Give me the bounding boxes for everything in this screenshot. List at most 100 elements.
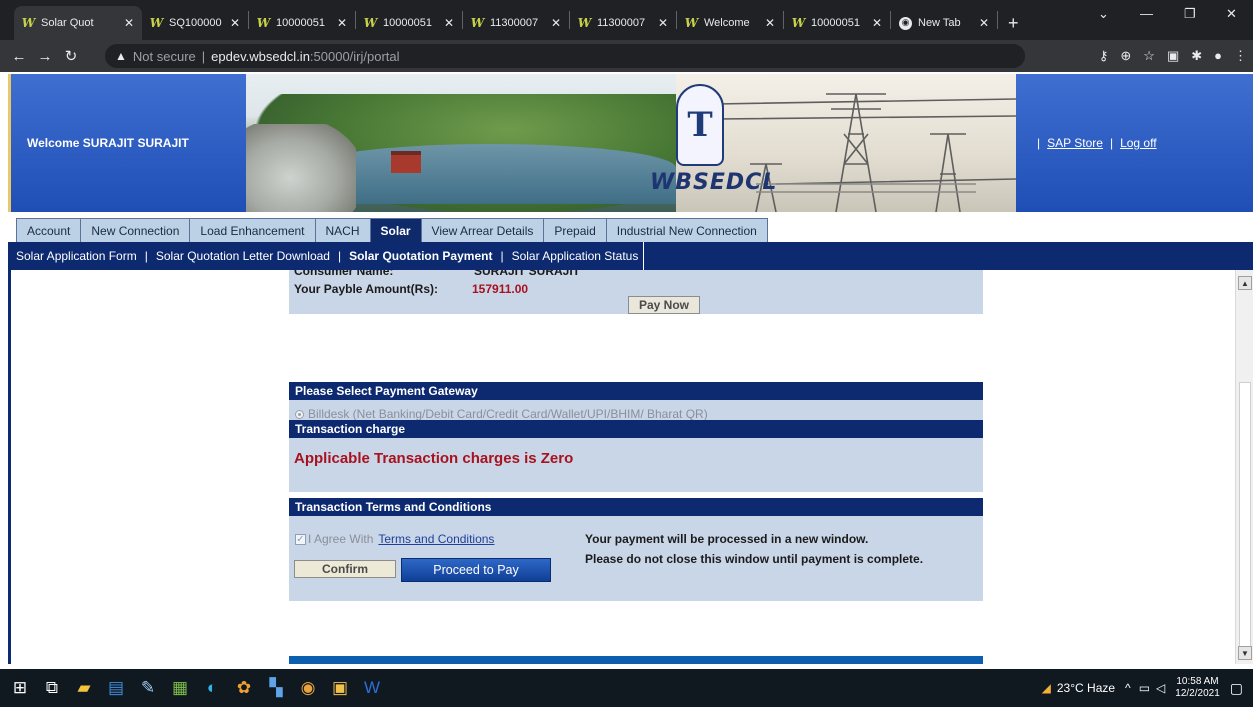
proceed-to-pay-button[interactable]: Proceed to Pay [401, 558, 551, 582]
kebab-menu-icon[interactable]: ⋮ [1234, 48, 1247, 64]
billdesk-option-label: Billdesk (Net Banking/Debit Card/Credit … [308, 407, 708, 421]
close-tab-icon[interactable]: ✕ [872, 16, 882, 30]
paint-icon[interactable]: ✎ [132, 669, 164, 707]
notepad-icon[interactable]: ▦ [164, 669, 196, 707]
clock[interactable]: 10:58 AM 12/2/2021 [1175, 676, 1220, 700]
agree-terms-row: ✓ I Agree With Terms and Conditions [295, 532, 494, 546]
close-tab-icon[interactable]: ✕ [230, 16, 240, 30]
transaction-charge-panel: Transaction charge Applicable Transactio… [289, 420, 983, 492]
weather-icon[interactable]: ◢ [1042, 681, 1051, 695]
confirm-button[interactable]: Confirm [294, 560, 396, 578]
zoom-icon[interactable]: ⊕ [1120, 48, 1131, 64]
browser-tab[interactable]: W 11300007 ✕ [463, 6, 569, 40]
browser-toolbar-icons: ⚷ ⊕ ☆ ▣ ✱ ● ⋮ [1099, 48, 1247, 64]
browser-tab[interactable]: W 11300007 ✕ [570, 6, 676, 40]
tab-view-arrear-details[interactable]: View Arrear Details [420, 218, 545, 242]
app-icon[interactable]: ✿ [228, 669, 260, 707]
file-explorer-icon[interactable]: ▰ [68, 669, 100, 707]
scroll-down-icon[interactable]: ▼ [1238, 646, 1252, 660]
shopping-bag-icon[interactable]: ▣ [324, 669, 356, 707]
close-tab-icon[interactable]: ✕ [658, 16, 668, 30]
subnav-solar-quotation-letter-download[interactable]: Solar Quotation Letter Download [156, 249, 330, 263]
key-icon[interactable]: ⚷ [1099, 48, 1109, 64]
minimize-icon[interactable]: — [1140, 6, 1153, 21]
not-secure-label[interactable]: Not secure [133, 49, 196, 64]
chrome-favicon-icon: ◉ [899, 16, 912, 30]
network-icon[interactable]: ▭ [1139, 681, 1150, 695]
task-view-icon[interactable]: ⧉ [36, 669, 68, 707]
forward-icon[interactable]: → [32, 48, 58, 65]
url-separator: | [201, 48, 206, 64]
browser-tab[interactable]: W SQ100000 ✕ [142, 6, 248, 40]
tab-solar[interactable]: Solar [369, 218, 422, 242]
close-window-icon[interactable]: ✕ [1226, 6, 1237, 22]
billdesk-radio[interactable] [295, 409, 304, 419]
new-tab-button[interactable]: + [998, 6, 1029, 40]
back-icon[interactable]: ← [6, 48, 32, 65]
wbsedcl-favicon-icon: W [684, 16, 699, 30]
warning-icon[interactable]: ▲ [115, 49, 127, 63]
banner-water [306, 144, 676, 204]
main-content: Consumer Name: SURAJIT SURAJIT Your Payb… [8, 270, 1234, 664]
tab-new-connection[interactable]: New Connection [80, 218, 191, 242]
agree-checkbox[interactable]: ✓ [295, 533, 306, 545]
browser-tab[interactable]: W 10000051 ✕ [356, 6, 462, 40]
url-field[interactable]: ▲ Not secure | epdev.wbsedcl.in:50000/ir… [105, 44, 1025, 68]
chrome-icon[interactable]: ◉ [292, 669, 324, 707]
network-app-icon[interactable]: ▚ [260, 669, 292, 707]
clock-time: 10:58 AM [1176, 676, 1219, 687]
tab-search-icon[interactable]: ⌄ [1098, 6, 1109, 22]
tab-nach[interactable]: NACH [314, 218, 371, 242]
banner-building [391, 151, 421, 173]
browser-tab[interactable]: ◉ New Tab ✕ [891, 6, 997, 40]
restore-icon[interactable]: ❐ [1184, 6, 1196, 22]
notification-icon[interactable]: ▢ [1230, 680, 1243, 697]
scroll-up-icon[interactable]: ▲ [1238, 276, 1252, 290]
edge-icon[interactable]: ◐ [196, 669, 228, 707]
scroll-thumb[interactable] [1239, 382, 1251, 652]
tab-account[interactable]: Account [16, 218, 82, 242]
address-bar: ← → ↻ ▲ Not secure | epdev.wbsedcl.in:50… [0, 40, 1253, 72]
billdesk-option[interactable]: Billdesk (Net Banking/Debit Card/Credit … [295, 407, 708, 421]
subnav-solar-application-form[interactable]: Solar Application Form [16, 249, 137, 263]
close-tab-icon[interactable]: ✕ [979, 16, 989, 30]
sap-store-link[interactable]: SAP Store [1047, 136, 1103, 150]
subnav-solar-quotation-payment[interactable]: Solar Quotation Payment [349, 249, 492, 263]
close-tab-icon[interactable]: ✕ [337, 16, 347, 30]
word-icon[interactable]: W [356, 669, 388, 707]
pay-now-button[interactable]: Pay Now [628, 296, 700, 314]
tab-load-enhancement[interactable]: Load Enhancement [189, 218, 316, 242]
top-navigation: Account New Connection Load Enhancement … [0, 214, 1253, 242]
browser-tab[interactable]: W 10000051 ✕ [249, 6, 355, 40]
close-tab-icon[interactable]: ✕ [444, 16, 454, 30]
wbsedcl-favicon-icon: W [791, 16, 806, 30]
weather-text[interactable]: 23°C Haze [1057, 681, 1115, 695]
payable-amount-value: 157911.00 [472, 282, 529, 296]
vertical-scrollbar[interactable]: ▲ ▼ [1235, 270, 1253, 664]
tray-chevron-icon[interactable]: ^ [1125, 681, 1131, 695]
windows-start-icon[interactable]: ⊞ [4, 669, 36, 707]
browser-tab[interactable]: W 10000051 ✕ [784, 6, 890, 40]
terms-panel: Transaction Terms and Conditions ✓ I Agr… [289, 498, 983, 601]
subnav-solar-application-status[interactable]: Solar Application Status [512, 249, 639, 263]
subnav-end-divider [643, 242, 645, 270]
reload-icon[interactable]: ↻ [58, 47, 84, 65]
tab-industrial-new-connection[interactable]: Industrial New Connection [605, 218, 768, 242]
puzzle-icon[interactable]: ✱ [1191, 48, 1202, 64]
extension-icon[interactable]: ▣ [1167, 48, 1179, 64]
terms-title: Transaction Terms and Conditions [289, 498, 983, 516]
tab-prepaid[interactable]: Prepaid [543, 218, 607, 242]
profile-icon[interactable]: ● [1214, 48, 1222, 64]
volume-icon[interactable]: ◁ [1156, 681, 1165, 695]
close-tab-icon[interactable]: ✕ [551, 16, 561, 30]
close-tab-icon[interactable]: ✕ [765, 16, 775, 30]
store-app-icon[interactable]: ▤ [100, 669, 132, 707]
logoff-link[interactable]: Log off [1120, 136, 1156, 150]
browser-tab[interactable]: W Welcome ✕ [677, 6, 783, 40]
close-tab-icon[interactable]: ✕ [124, 16, 134, 30]
payment-note-line1: Your payment will be processed in a new … [585, 532, 869, 546]
browser-tab[interactable]: W Solar Quot ✕ [14, 6, 142, 40]
payment-summary-panel: Consumer Name: SURAJIT SURAJIT Your Payb… [289, 270, 983, 314]
terms-and-conditions-link[interactable]: Terms and Conditions [378, 532, 494, 546]
star-icon[interactable]: ☆ [1143, 48, 1155, 64]
